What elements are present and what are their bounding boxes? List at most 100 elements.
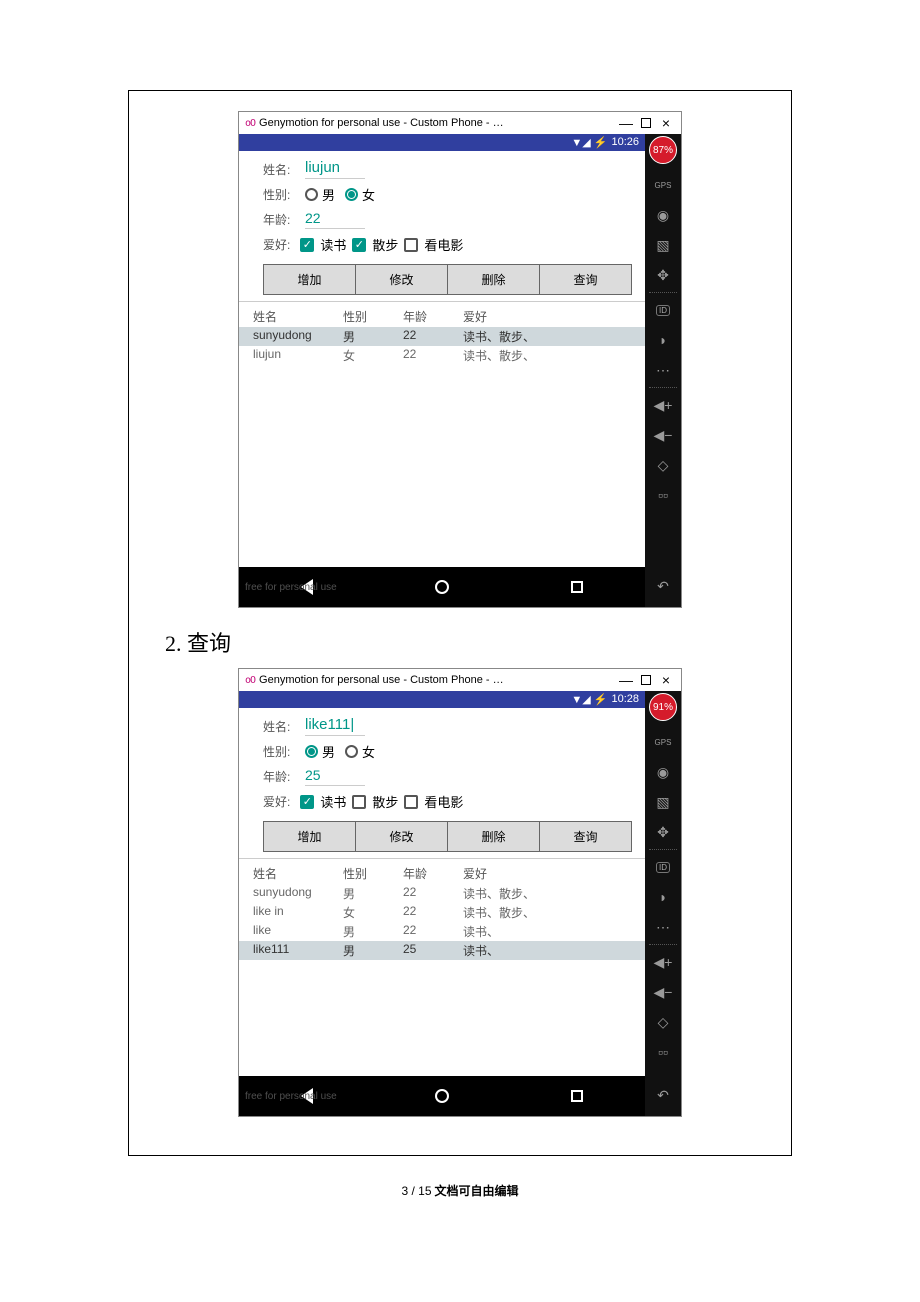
section-heading: 2. 查询 [165, 626, 773, 658]
battery-badge[interactable]: 91% [649, 693, 677, 721]
checkbox-walk[interactable] [352, 238, 366, 252]
volume-down-icon[interactable]: ◀− [645, 420, 681, 450]
table-header: 姓名 性别 年龄 爱好 [239, 858, 645, 884]
add-button[interactable]: 增加 [263, 821, 356, 852]
add-button[interactable]: 增加 [263, 264, 356, 295]
watermark-text: free for personal use [245, 1091, 337, 1102]
radio-female[interactable]: 女 [345, 742, 375, 761]
query-button[interactable]: 查询 [539, 264, 632, 295]
rotate-icon[interactable]: ◇ [645, 1007, 681, 1037]
query-button[interactable]: 查询 [539, 821, 632, 852]
volume-down-icon[interactable]: ◀− [645, 977, 681, 1007]
cell-name: like in [253, 904, 343, 921]
cell-gender: 男 [343, 885, 403, 902]
radio-male[interactable]: 男 [305, 185, 335, 204]
footer-note: 文档可自由编辑 [432, 1184, 519, 1198]
checkbox-movie[interactable] [404, 238, 418, 252]
window-close-button[interactable]: × [657, 116, 675, 130]
label-age: 年龄: [263, 211, 305, 228]
volume-up-icon[interactable]: ◀+ [645, 947, 681, 977]
id-icon[interactable]: ID [645, 295, 681, 325]
cell-hobby: 读书、 [463, 942, 631, 959]
checkbox-read[interactable] [300, 795, 314, 809]
cell-gender: 男 [343, 942, 403, 959]
cell-name: sunyudong [253, 328, 343, 345]
cell-gender: 女 [343, 347, 403, 364]
age-input[interactable]: 22 [305, 210, 365, 229]
col-gender: 性别 [343, 865, 403, 882]
window-minimize-button[interactable]: — [617, 116, 635, 130]
checkbox-movie[interactable] [404, 795, 418, 809]
volume-up-icon[interactable]: ◀+ [645, 390, 681, 420]
nav-recent-button[interactable] [567, 577, 587, 597]
cell-gender: 男 [343, 328, 403, 345]
android-statusbar: ▼◢ ⚡ 10:26 [239, 134, 645, 151]
rotate-icon[interactable]: ◇ [645, 450, 681, 480]
network-icon[interactable]: ◗ [645, 325, 681, 355]
name-input[interactable]: liujun [305, 159, 365, 179]
table-row[interactable]: like111男25读书、 [239, 941, 645, 960]
cell-age: 22 [403, 328, 463, 345]
age-input[interactable]: 25 [305, 767, 365, 786]
more-icon[interactable]: ⋯ [645, 355, 681, 385]
sidebar-back-icon[interactable]: ↶ [645, 571, 681, 601]
clapper-icon[interactable]: ▧ [645, 787, 681, 817]
genymotion-sidebar: 91% GPS ◉ ▧ ✥ ID ◗ ⋯ ◀+ ◀− ◇ ▫▫ ↶ [645, 691, 681, 1116]
radio-female[interactable]: 女 [345, 185, 375, 204]
battery-badge[interactable]: 87% [649, 136, 677, 164]
table-body-2: sunyudong男22读书、散步、like in女22读书、散步、like男2… [239, 884, 645, 1076]
radio-male[interactable]: 男 [305, 742, 335, 761]
cell-hobby: 读书、散步、 [463, 904, 631, 921]
table-row[interactable]: like男22读书、 [239, 922, 645, 941]
window-minimize-button[interactable]: — [617, 673, 635, 687]
move-icon[interactable]: ✥ [645, 817, 681, 847]
cell-hobby: 读书、散步、 [463, 885, 631, 902]
page-frame: oO Genymotion for personal use - Custom … [128, 90, 792, 1156]
window-title: Genymotion for personal use - Custom Pho… [259, 117, 617, 129]
id-icon[interactable]: ID [645, 852, 681, 882]
table-row[interactable]: liujun女22读书、散步、 [239, 346, 645, 365]
webcam-icon[interactable]: ◉ [645, 200, 681, 230]
status-icons: ▼◢ ⚡ [571, 693, 607, 706]
delete-button[interactable]: 删除 [447, 821, 540, 852]
checkbox-walk[interactable] [352, 795, 366, 809]
cell-age: 25 [403, 942, 463, 959]
label-name: 姓名: [263, 161, 305, 178]
label-hobby: 爱好: [263, 793, 290, 810]
cell-age: 22 [403, 904, 463, 921]
pixel-icon[interactable]: ▫▫ [645, 1037, 681, 1067]
sidebar-back-icon[interactable]: ↶ [645, 1080, 681, 1110]
nav-home-button[interactable] [432, 1086, 452, 1106]
nav-recent-button[interactable] [567, 1086, 587, 1106]
col-hobby: 爱好 [463, 865, 631, 882]
gps-icon[interactable]: GPS [645, 170, 681, 200]
webcam-icon[interactable]: ◉ [645, 757, 681, 787]
cell-age: 22 [403, 885, 463, 902]
label-name: 姓名: [263, 718, 305, 735]
window-maximize-button[interactable] [641, 675, 651, 685]
window-close-button[interactable]: × [657, 673, 675, 687]
pixel-icon[interactable]: ▫▫ [645, 480, 681, 510]
edit-button[interactable]: 修改 [355, 264, 448, 295]
col-name: 姓名 [253, 308, 343, 325]
network-icon[interactable]: ◗ [645, 882, 681, 912]
table-row[interactable]: sunyudong男22读书、散步、 [239, 884, 645, 903]
move-icon[interactable]: ✥ [645, 260, 681, 290]
name-input[interactable]: like111 [305, 716, 365, 736]
delete-button[interactable]: 删除 [447, 264, 540, 295]
status-time: 10:26 [611, 136, 639, 149]
label-gender: 性别: [263, 186, 305, 203]
table-row[interactable]: sunyudong男22读书、散步、 [239, 327, 645, 346]
nav-home-button[interactable] [432, 577, 452, 597]
col-gender: 性别 [343, 308, 403, 325]
phone-screen: ▼◢ ⚡ 10:28 姓名: like111 性别: 男 女 [239, 691, 645, 1116]
more-icon[interactable]: ⋯ [645, 912, 681, 942]
edit-button[interactable]: 修改 [355, 821, 448, 852]
window-maximize-button[interactable] [641, 118, 651, 128]
table-row[interactable]: like in女22读书、散步、 [239, 903, 645, 922]
clapper-icon[interactable]: ▧ [645, 230, 681, 260]
checkbox-read[interactable] [300, 238, 314, 252]
android-statusbar: ▼◢ ⚡ 10:28 [239, 691, 645, 708]
cell-age: 22 [403, 923, 463, 940]
gps-icon[interactable]: GPS [645, 727, 681, 757]
